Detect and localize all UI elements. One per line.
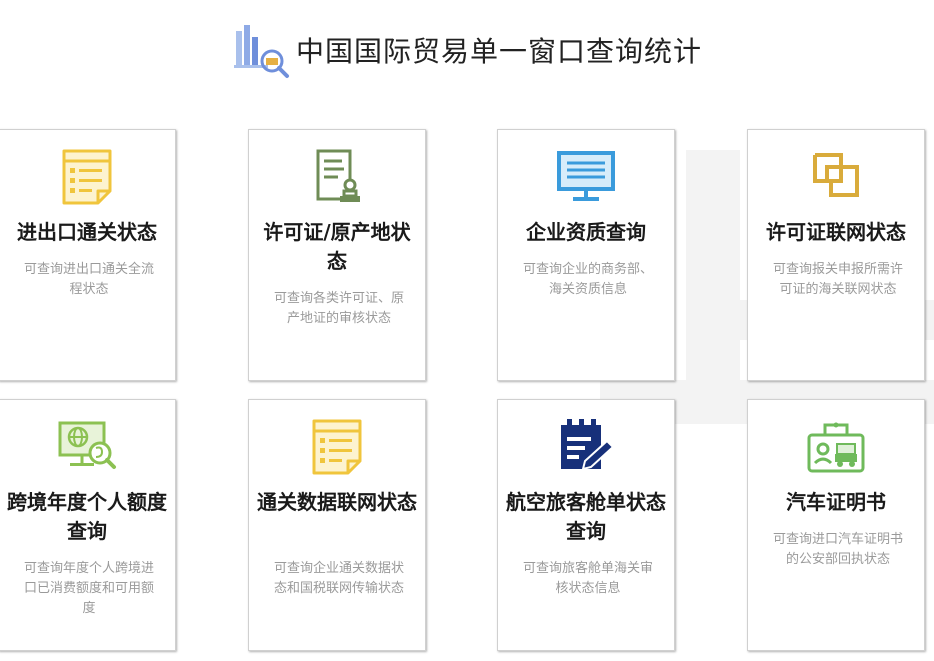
card-title: 航空旅客舱单状态查询 xyxy=(506,490,666,543)
statistics-search-icon xyxy=(232,21,290,79)
page-header: 中国国际贸易单一窗口查询统计 xyxy=(0,20,934,80)
card-title: 许可证/原产地状态 xyxy=(263,220,411,273)
card-air-passenger-manifest[interactable]: 航空旅客舱单状态查询 可查询旅客舱单海关审核状态信息 xyxy=(497,399,675,651)
card-description: 可查询年度个人跨境进口已消费额度和可用额度 xyxy=(23,561,154,616)
card-description: 可查询旅客舱单海关审核状态信息 xyxy=(522,561,653,596)
card-cross-border-quota[interactable]: 跨境年度个人额度查询 可查询年度个人跨境进口已消费额度和可用额度 xyxy=(0,399,176,651)
checklist-document-icon xyxy=(306,417,368,477)
certificate-stamp-icon xyxy=(306,147,368,207)
card-title: 进出口通关状态 xyxy=(17,220,157,244)
card-description: 可查询报关申报所需许可证的海关联网状态 xyxy=(772,262,903,297)
card-description: 可查询企业通关数据状态和国税联网传输状态 xyxy=(273,561,404,596)
linked-squares-icon xyxy=(805,147,867,207)
card-description: 可查询进口汽车证明书的公安部回执状态 xyxy=(772,532,903,567)
card-title: 企业资质查询 xyxy=(526,220,646,244)
card-enterprise-qualification[interactable]: 企业资质查询 可查询企业的商务部、海关资质信息 xyxy=(497,129,675,381)
page-title: 中国国际贸易单一窗口查询统计 xyxy=(295,35,702,68)
watermark-bar-1 xyxy=(686,150,740,400)
card-customs-clearance-status[interactable]: 进出口通关状态 可查询进出口通关全流程状态 xyxy=(0,129,176,381)
card-title: 通关数据联网状态 xyxy=(257,490,417,514)
card-title: 许可证联网状态 xyxy=(766,220,906,244)
card-license-network-status[interactable]: 许可证联网状态 可查询报关申报所需许可证的海关联网状态 xyxy=(747,129,925,381)
card-description: 可查询进出口通关全流程状态 xyxy=(23,262,154,297)
card-license-origin-status[interactable]: 许可证/原产地状态 可查询各类许可证、原产地证的审核状态 xyxy=(248,129,426,381)
checklist-document-icon xyxy=(56,147,118,207)
page: 中国国际贸易单一窗口查询统计 进出口通关状态 可查询进出口通关全流程状态 许可证… xyxy=(0,0,934,661)
monitor-icon xyxy=(555,147,617,207)
card-description: 可查询各类许可证、原产地证的审核状态 xyxy=(273,291,404,326)
card-title: 汽车证明书 xyxy=(786,490,886,514)
calendar-edit-icon xyxy=(555,417,617,477)
card-description: 可查询企业的商务部、海关资质信息 xyxy=(522,262,653,297)
car-certificate-icon xyxy=(805,417,867,477)
card-customs-data-network[interactable]: 通关数据联网状态 可查询企业通关数据状态和国税联网传输状态 xyxy=(248,399,426,651)
card-vehicle-certificate[interactable]: 汽车证明书 可查询进口汽车证明书的公安部回执状态 xyxy=(747,399,925,651)
card-title: 跨境年度个人额度查询 xyxy=(7,490,167,543)
globe-monitor-search-icon xyxy=(56,417,118,477)
